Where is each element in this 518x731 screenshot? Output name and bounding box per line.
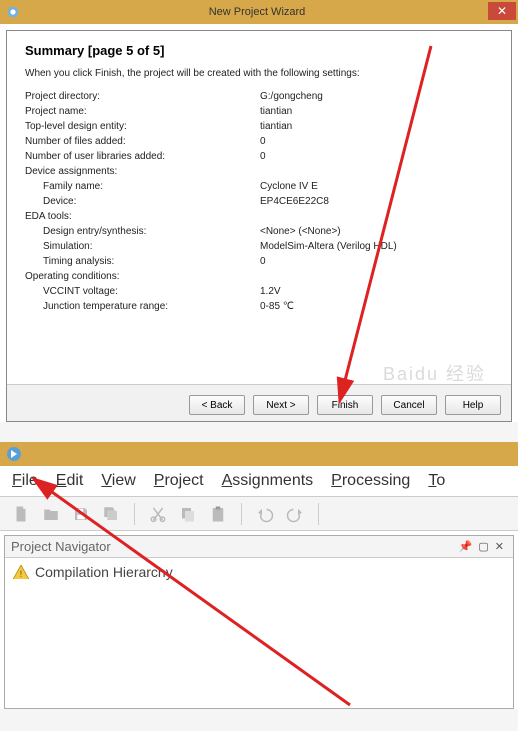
summary-label: VCCINT voltage: xyxy=(25,286,260,297)
copy-icon[interactable] xyxy=(175,501,201,527)
summary-table: Project directory:G:/gongchengProject na… xyxy=(25,89,493,314)
summary-value: G:/gongcheng xyxy=(260,91,493,102)
menu-to[interactable]: To xyxy=(428,472,445,490)
summary-value: tiantian xyxy=(260,106,493,117)
summary-label: Family name: xyxy=(25,181,260,192)
summary-row: Design entry/synthesis:<None> (<None>) xyxy=(25,224,493,239)
summary-row: Device:EP4CE6E22C8 xyxy=(25,194,493,209)
summary-value: 0-85 ℃ xyxy=(260,301,493,312)
summary-label: EDA tools: xyxy=(25,211,260,222)
menu-assignments[interactable]: Assignments xyxy=(222,472,314,490)
project-navigator-panel: Project Navigator 📌 ▢ ✕ ! Compilation Hi… xyxy=(4,535,514,709)
menu-edit[interactable]: Edit xyxy=(56,472,84,490)
cancel-button[interactable]: Cancel xyxy=(381,395,437,415)
summary-row: Project directory:G:/gongcheng xyxy=(25,89,493,104)
summary-value: EP4CE6E22C8 xyxy=(260,196,493,207)
redo-icon[interactable] xyxy=(282,501,308,527)
watermark: Baidu 经验 xyxy=(383,360,486,386)
summary-row: Family name:Cyclone IV E xyxy=(25,179,493,194)
warning-icon: ! xyxy=(13,565,29,579)
summary-label: Design entry/synthesis: xyxy=(25,226,260,237)
menu-processing[interactable]: Processing xyxy=(331,472,410,490)
summary-label: Top-level design entity: xyxy=(25,121,260,132)
back-button[interactable]: < Back xyxy=(189,395,245,415)
summary-row: Number of files added:0 xyxy=(25,134,493,149)
quartus-icon xyxy=(6,446,22,462)
svg-text:!: ! xyxy=(20,569,23,579)
page-title: Summary [page 5 of 5] xyxy=(25,43,493,58)
save-all-icon[interactable] xyxy=(98,501,124,527)
menu-view[interactable]: View xyxy=(101,472,135,490)
summary-label: Number of files added: xyxy=(25,136,260,147)
summary-value: 0 xyxy=(260,256,493,267)
toolbar xyxy=(0,497,518,531)
summary-label: Device: xyxy=(25,196,260,207)
panel-title: Project Navigator xyxy=(11,539,456,554)
panel-pin-icon[interactable]: 📌 xyxy=(456,540,476,553)
summary-value: <None> (<None>) xyxy=(260,226,493,237)
menu-file[interactable]: File xyxy=(12,472,38,490)
summary-value: ModelSim-Altera (Verilog HDL) xyxy=(260,241,493,252)
summary-label: Simulation: xyxy=(25,241,260,252)
menubar: File Edit View Project Assignments Processing… xyxy=(0,466,518,497)
summary-value: 1.2V xyxy=(260,286,493,297)
dialog-body: Summary [page 5 of 5] When you click Fin… xyxy=(6,30,512,422)
panel-max-icon[interactable]: ▢ xyxy=(475,540,491,553)
next-button[interactable]: Next > xyxy=(253,395,309,415)
summary-row: Device assignments: xyxy=(25,164,493,179)
summary-label: Project name: xyxy=(25,106,260,117)
close-button[interactable]: ✕ xyxy=(488,2,516,20)
summary-row: Operating conditions: xyxy=(25,269,493,284)
new-file-icon[interactable] xyxy=(8,501,34,527)
summary-value: tiantian xyxy=(260,121,493,132)
cut-icon[interactable] xyxy=(145,501,171,527)
summary-value: Cyclone IV E xyxy=(260,181,493,192)
tree-item-compilation[interactable]: ! Compilation Hierarchy xyxy=(13,564,505,580)
menu-project[interactable]: Project xyxy=(154,472,204,490)
summary-value: 0 xyxy=(260,151,493,162)
summary-row: EDA tools: xyxy=(25,209,493,224)
save-icon[interactable] xyxy=(68,501,94,527)
summary-row: Simulation:ModelSim-Altera (Verilog HDL) xyxy=(25,239,493,254)
page-intro: When you click Finish, the project will … xyxy=(25,68,493,79)
help-button[interactable]: Help xyxy=(445,395,501,415)
app-icon xyxy=(6,5,20,19)
summary-label: Project directory: xyxy=(25,91,260,102)
summary-row: Number of user libraries added:0 xyxy=(25,149,493,164)
summary-label: Device assignments: xyxy=(25,166,260,177)
wizard-dialog: New Project Wizard ✕ Summary [page 5 of … xyxy=(0,0,518,422)
summary-label: Operating conditions: xyxy=(25,271,260,282)
summary-row: Top-level design entity:tiantian xyxy=(25,119,493,134)
panel-header: Project Navigator 📌 ▢ ✕ xyxy=(5,536,513,558)
tree-item-label: Compilation Hierarchy xyxy=(35,564,173,580)
dialog-buttons: < Back Next > Finish Cancel Help xyxy=(7,384,511,421)
undo-icon[interactable] xyxy=(252,501,278,527)
open-icon[interactable] xyxy=(38,501,64,527)
ide-titlebar xyxy=(0,442,518,466)
ide-window: File Edit View Project Assignments Processing… xyxy=(0,442,518,709)
summary-label: Number of user libraries added: xyxy=(25,151,260,162)
summary-row: Junction temperature range:0-85 ℃ xyxy=(25,299,493,314)
finish-button[interactable]: Finish xyxy=(317,395,373,415)
summary-label: Timing analysis: xyxy=(25,256,260,267)
panel-body: ! Compilation Hierarchy xyxy=(5,558,513,708)
summary-row: Timing analysis:0 xyxy=(25,254,493,269)
summary-value: 0 xyxy=(260,136,493,147)
summary-row: VCCINT voltage:1.2V xyxy=(25,284,493,299)
summary-label: Junction temperature range: xyxy=(25,301,260,312)
summary-row: Project name:tiantian xyxy=(25,104,493,119)
panel-close-icon[interactable]: ✕ xyxy=(492,540,507,553)
titlebar: New Project Wizard ✕ xyxy=(0,0,518,24)
window-title: New Project Wizard xyxy=(26,6,488,18)
paste-icon[interactable] xyxy=(205,501,231,527)
